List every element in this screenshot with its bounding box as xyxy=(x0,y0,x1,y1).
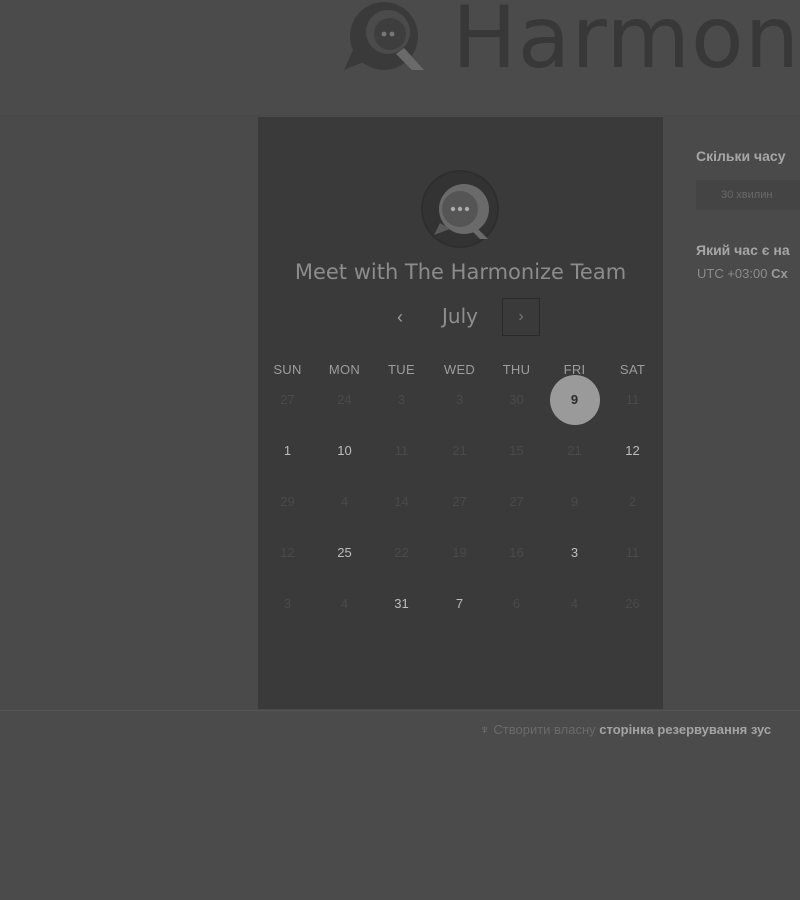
calendar-day: 26 xyxy=(625,596,640,611)
calendar-day: 30 xyxy=(509,392,524,407)
calendar-day: 3 xyxy=(283,596,292,611)
booking-page: Harmon Meet with The Harmonize Team ‹ Ju… xyxy=(0,0,800,900)
calendar-day: 16 xyxy=(509,545,524,560)
brand-header: Harmon xyxy=(342,0,800,88)
timezone-name: Сх xyxy=(771,266,788,281)
calendar-day: 14 xyxy=(394,494,409,509)
selected-day-circle: 9 xyxy=(549,375,600,425)
calendar-day[interactable]: 10 xyxy=(316,427,373,475)
calendar-day: 4 xyxy=(340,596,349,611)
calendar-day: 11 xyxy=(625,545,640,560)
calendar-day: 15 xyxy=(509,443,524,458)
chat-bubble-q-icon xyxy=(344,2,424,70)
month-navigation: ‹ July › xyxy=(380,298,550,338)
calendar-day: 29 xyxy=(280,494,295,509)
calendar-day: 22 xyxy=(394,545,409,560)
weekday-label: TUE xyxy=(388,362,415,377)
weekday-label: THU xyxy=(502,362,531,377)
calendar-day[interactable]: 25 xyxy=(316,529,373,577)
chevron-left-icon: ‹ xyxy=(397,307,403,327)
sprout-icon: ♆ xyxy=(480,722,490,737)
timezone-offset: UTC +03:00 xyxy=(697,266,768,281)
calendar-day[interactable]: 7 xyxy=(431,580,488,628)
booking-page-link[interactable]: сторінка резервування зус xyxy=(599,722,771,737)
duration-option-button[interactable]: 30 хвилин xyxy=(696,180,800,210)
timezone-title: Який час є на xyxy=(696,242,790,258)
timezone-selector[interactable]: UTC +03:00 Сх xyxy=(697,266,788,281)
calendar-day: 4 xyxy=(340,494,349,509)
calendar-day: 21 xyxy=(452,443,467,458)
weekday-label: MON xyxy=(328,362,361,377)
calendar-day: 27 xyxy=(509,494,524,509)
footer-text: Створити власну xyxy=(493,722,596,737)
calendar-day: 11 xyxy=(625,392,640,407)
calendar-day: 24 xyxy=(337,392,352,407)
calendar-day: 27 xyxy=(452,494,467,509)
chat-bubble-logo-icon xyxy=(421,170,499,248)
calendar-day-selected[interactable]: 9 xyxy=(546,375,603,425)
footer-promo: ♆ Створити власну сторінка резервування … xyxy=(480,722,771,737)
next-month-button[interactable]: › xyxy=(502,298,540,336)
calendar-day: 4 xyxy=(570,596,579,611)
duration-title: Скільки часу xyxy=(696,148,786,164)
month-label: July xyxy=(442,304,478,328)
chevron-right-icon: › xyxy=(518,308,524,325)
calendar-day[interactable]: 12 xyxy=(604,427,661,475)
weekday-label: SUN xyxy=(273,362,302,377)
calendar-day: 27 xyxy=(280,392,295,407)
calendar-day: 11 xyxy=(394,443,409,458)
calendar-day[interactable]: 3 xyxy=(546,529,603,577)
calendar-day: 3 xyxy=(397,392,406,407)
calendar-day: 12 xyxy=(280,545,295,560)
calendar-grid: 27 24 3 3 30 9 11 1 10 11 21 15 21 12 29 4 14 27 27 9 2 12 25 2… xyxy=(259,375,661,632)
calendar-day: 9 xyxy=(570,494,579,509)
calendar-day: 19 xyxy=(452,545,467,560)
calendar-day: 3 xyxy=(455,392,464,407)
meeting-title: Meet with The Harmonize Team xyxy=(294,260,627,284)
calendar-day[interactable]: 31 xyxy=(373,580,430,628)
calendar-day: 6 xyxy=(512,596,521,611)
weekday-label: WED xyxy=(443,362,476,377)
calendar-day[interactable]: 1 xyxy=(259,427,316,475)
weekday-label: SAT xyxy=(619,362,646,377)
calendar-day: 21 xyxy=(567,443,582,458)
calendar-day: 2 xyxy=(628,494,637,509)
prev-month-button[interactable]: ‹ xyxy=(388,304,412,330)
brand-name: Harmon xyxy=(452,0,800,88)
